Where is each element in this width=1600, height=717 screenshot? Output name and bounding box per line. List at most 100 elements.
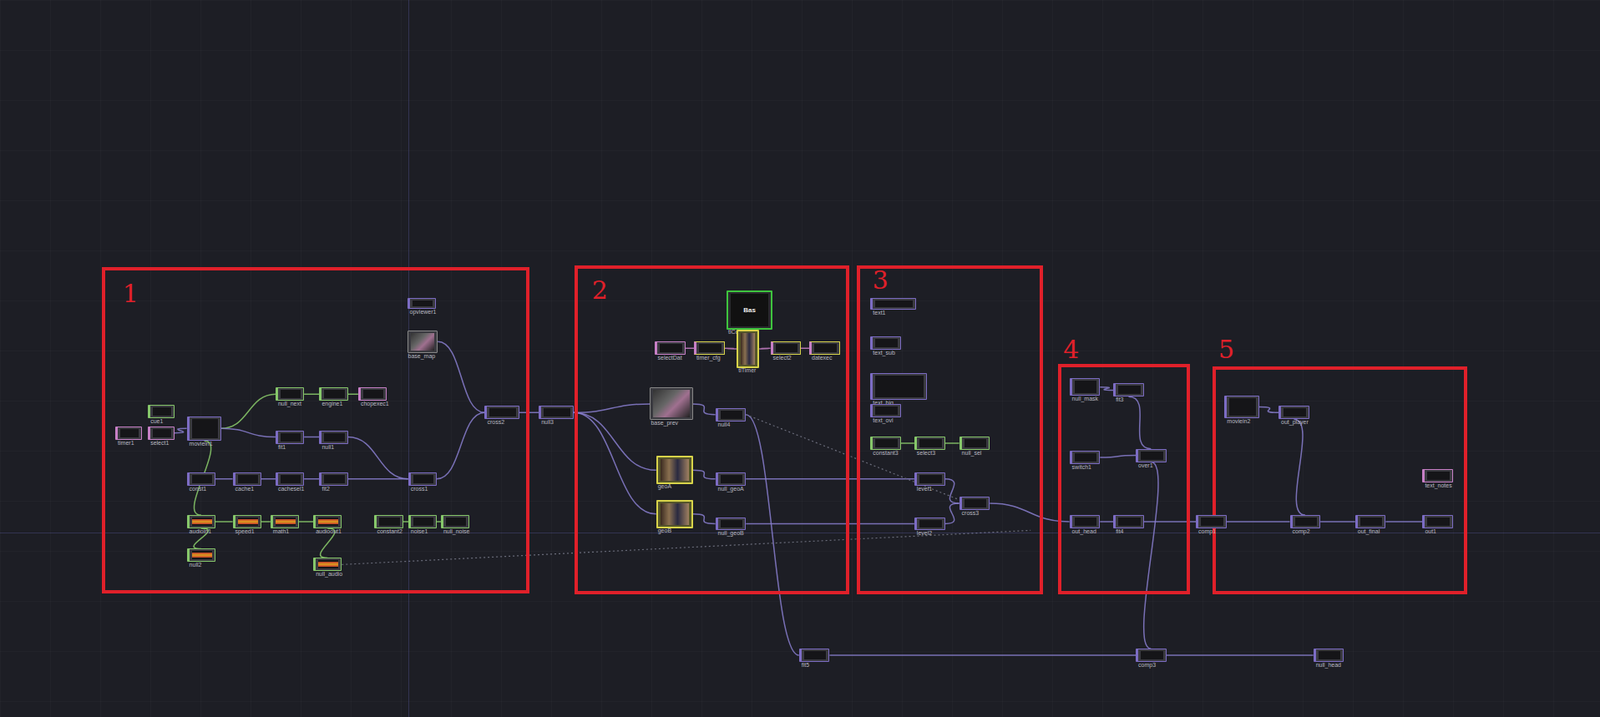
wire	[724, 348, 738, 350]
node-label: null_next	[278, 400, 302, 408]
operator-node[interactable]: cue1	[147, 405, 175, 419]
wire	[573, 412, 657, 515]
operator-node[interactable]: constant3	[870, 436, 902, 451]
operator-node[interactable]: null4	[715, 408, 747, 422]
operator-node[interactable]: opviewer1	[407, 298, 436, 309]
node-preview	[413, 475, 434, 484]
node-preview	[152, 407, 172, 416]
operator-node[interactable]: base_map	[407, 330, 439, 354]
node-preview	[324, 433, 345, 442]
node-label: switch1	[1072, 464, 1092, 471]
node-label: cue1	[150, 418, 163, 426]
operator-node[interactable]: datexec	[809, 341, 841, 355]
annotation-box	[574, 265, 850, 596]
operator-node[interactable]: text_notes	[1422, 469, 1454, 483]
wire	[215, 478, 233, 481]
network-editor[interactable]: 12345timer1select1cue1moviein1null_nexte…	[0, 0, 1600, 717]
node-label: math1	[273, 528, 289, 536]
node-preview	[775, 344, 799, 353]
node-label: geoA	[658, 483, 672, 491]
node-label: text_notes	[1424, 482, 1452, 490]
operator-node[interactable]: cross3	[959, 496, 991, 511]
operator-node[interactable]: noise1	[408, 515, 437, 529]
operator-node[interactable]: geoA	[656, 455, 694, 485]
node-label: moviein2	[1226, 418, 1251, 426]
operator-node[interactable]: select2	[770, 341, 802, 355]
annotation-label: 1	[122, 280, 139, 308]
node-label: constant3	[872, 450, 898, 457]
node-preview	[1140, 451, 1164, 461]
operator-node[interactable]: null_noise	[440, 515, 470, 529]
operator-node[interactable]: chopexec1	[358, 387, 387, 401]
node-preview	[275, 517, 296, 527]
operator-node[interactable]: null_audio	[313, 557, 342, 572]
operator-node[interactable]: base_prev	[649, 387, 693, 421]
operator-node[interactable]: null_mask	[1069, 378, 1101, 396]
wire	[829, 654, 1136, 657]
export-link	[341, 530, 1031, 565]
operator-node[interactable]: fit2	[318, 472, 348, 487]
node-label: out1	[1424, 528, 1437, 536]
operator-node[interactable]: cross2	[484, 405, 520, 420]
operator-node[interactable]: const1	[187, 472, 216, 487]
operator-node[interactable]: fit3	[1113, 383, 1145, 397]
operator-node[interactable]: null1	[318, 430, 348, 445]
operator-node[interactable]: null_geoA	[715, 472, 747, 487]
operator-node[interactable]: select1	[147, 426, 175, 441]
operator-node[interactable]: out1	[1422, 515, 1454, 529]
operator-node[interactable]: text_sub	[870, 336, 902, 350]
operator-node[interactable]: fit1	[275, 430, 304, 445]
operator-node[interactable]: select3	[914, 436, 946, 451]
operator-node[interactable]: moviein2	[1224, 395, 1260, 419]
operator-node[interactable]: null_next	[275, 387, 304, 401]
operator-node[interactable]: comp3	[1135, 648, 1167, 663]
operator-node[interactable]: out_player	[1278, 405, 1310, 420]
operator-node[interactable]: constant2	[374, 515, 403, 529]
annotation-label: 4	[1063, 336, 1079, 364]
operator-node[interactable]: text1	[870, 298, 917, 311]
operator-node[interactable]: null2	[187, 548, 216, 563]
operator-node[interactable]: text_big	[870, 373, 927, 400]
operator-node[interactable]: audioout1	[313, 515, 342, 529]
operator-node[interactable]: fit5	[799, 648, 831, 663]
node-preview	[1229, 398, 1256, 416]
operator-node[interactable]: comp2	[1290, 515, 1322, 529]
operator-node[interactable]: level2	[914, 517, 946, 532]
operator-node[interactable]: selectDat	[654, 341, 686, 355]
operator-node[interactable]: math1	[270, 515, 299, 529]
operator-node[interactable]: null_sel	[959, 436, 991, 451]
node-preview: Bas	[730, 293, 769, 326]
operator-node[interactable]: switch1	[1069, 450, 1101, 465]
operator-node[interactable]: speed1	[232, 515, 262, 529]
node-label: base_map	[408, 353, 436, 360]
operator-node[interactable]: level1	[914, 472, 946, 487]
operator-node[interactable]: BastlConfig	[726, 290, 773, 330]
node-label: comp3	[1138, 662, 1156, 669]
node-preview	[698, 344, 722, 353]
operator-node[interactable]: timer1	[115, 426, 142, 441]
node-label: null_sel	[962, 450, 983, 457]
operator-node[interactable]: out_head	[1069, 515, 1101, 529]
operator-node[interactable]: timer_cfg	[693, 341, 725, 355]
operator-node[interactable]: comp1	[1195, 515, 1227, 529]
operator-node[interactable]: null_head	[1313, 648, 1345, 663]
node-label: fit1	[278, 444, 286, 451]
wire	[745, 478, 915, 481]
operator-node[interactable]: engine1	[318, 387, 348, 401]
operator-node[interactable]: cache1	[232, 472, 262, 487]
wire	[303, 478, 319, 481]
operator-node[interactable]: cachesel1	[275, 472, 304, 487]
operator-node[interactable]: over1	[1135, 449, 1167, 463]
operator-node[interactable]: fit4	[1113, 515, 1145, 529]
node-preview	[192, 475, 213, 484]
operator-node[interactable]: null3	[538, 405, 574, 420]
operator-node[interactable]: moviein1	[187, 416, 223, 441]
operator-node[interactable]: null_geoB	[715, 517, 747, 532]
operator-node[interactable]: tlTimer	[736, 329, 760, 369]
operator-node[interactable]: cross1	[408, 472, 437, 487]
operator-node[interactable]: audioin1	[187, 515, 216, 529]
node-preview	[1295, 517, 1318, 527]
operator-node[interactable]: out_final	[1355, 515, 1387, 529]
operator-node[interactable]: text_ovl	[870, 404, 902, 418]
operator-node[interactable]: geoB	[656, 500, 694, 529]
